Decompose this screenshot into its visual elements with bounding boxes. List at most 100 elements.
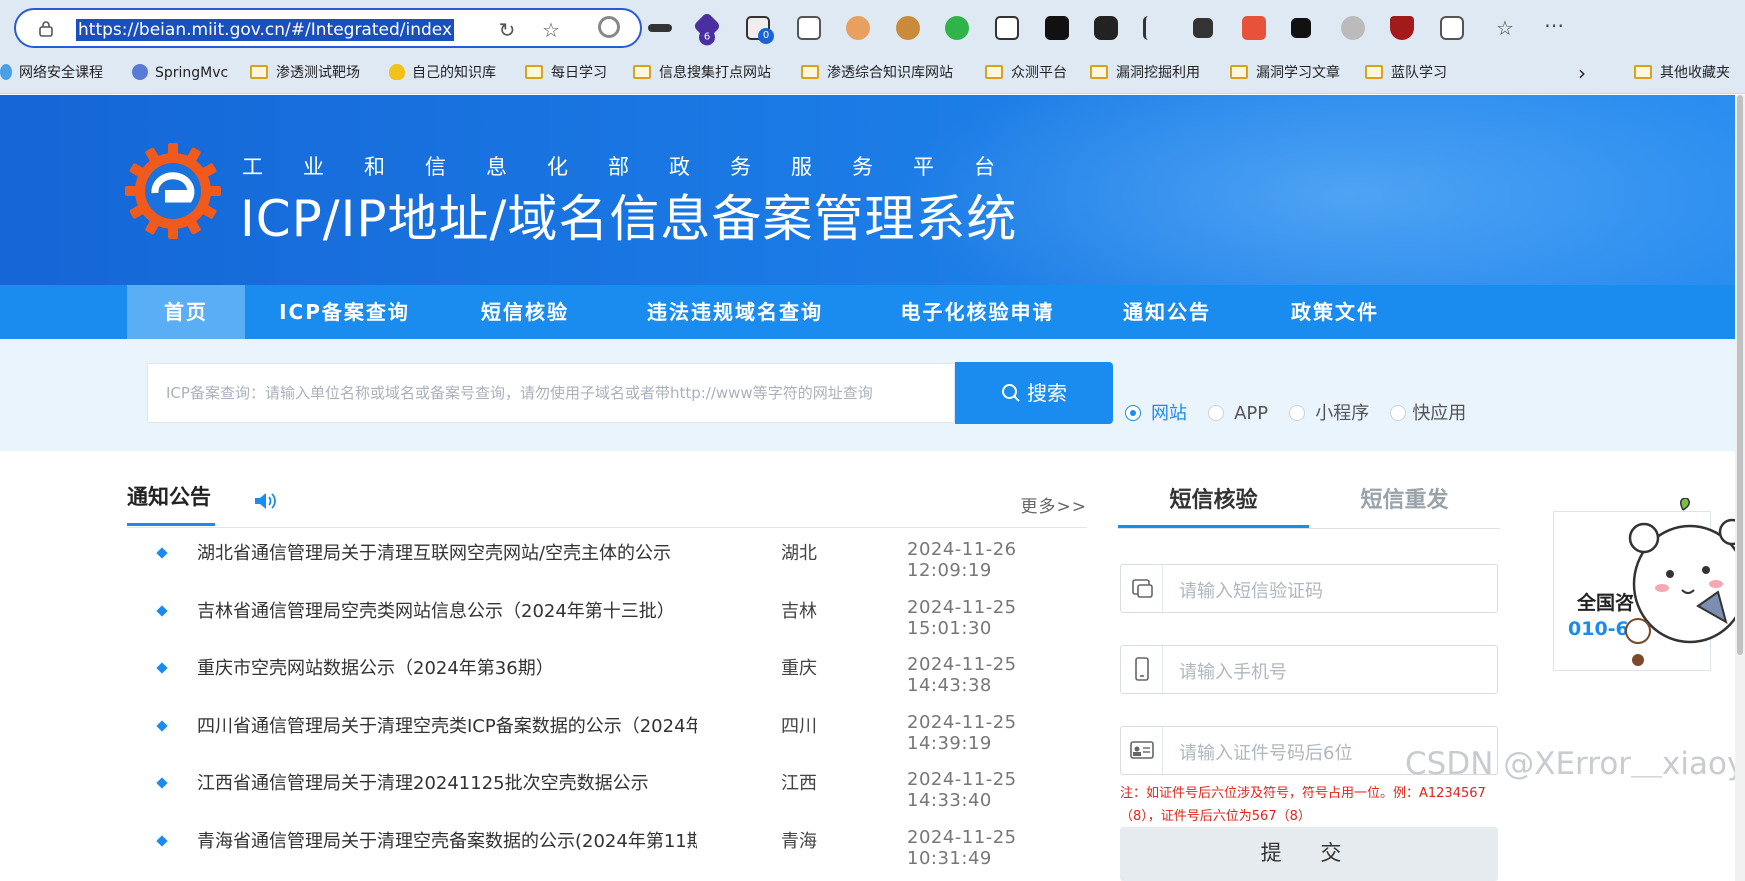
nav-policy[interactable]: 政策文件 [1275,285,1395,339]
header-banner: 工业和信息化部政务服务平台 ICP/IP地址/域名信息备案管理系统 [0,95,1735,285]
ublock-extension-icon[interactable] [1390,16,1414,40]
folder-icon [985,65,1003,79]
id-number-note: 注：如证件号后六位涉及符号，符号占用一位。例：A1234567（8），证件号后六… [1120,786,1486,824]
glasses-extension-icon[interactable] [1094,16,1118,40]
bullet-icon [156,605,168,617]
page-title: ICP/IP地址/域名信息备案管理系统 [240,190,1018,248]
folder-icon [633,65,651,79]
mascot-sticker-icon [1625,498,1745,666]
bullet-icon [156,547,168,559]
x-extension-icon[interactable] [1193,18,1213,38]
nav-icp-query[interactable]: ICP备案查询 [262,285,427,339]
search-button[interactable]: 搜索 [955,362,1113,424]
sms-code-field[interactable]: 请输入短信验证码 [1120,564,1498,613]
browser-toolbar: https://beian.miit.gov.cn/#/Integrated/i… [0,0,1745,52]
bookmark-folder[interactable]: 渗透综合知识库网站 [801,63,953,83]
submit-button[interactable]: 提 交 [1120,827,1498,881]
search-icon [1002,384,1020,402]
speaker-icon [255,493,276,509]
bookmark-folder[interactable]: 众测平台 [985,63,1067,83]
csdn-watermark: CSDN @XError＿xiaoyu [1405,746,1745,782]
bookmark-folder[interactable]: 每日学习 [525,63,607,83]
site-icon [132,64,148,80]
bookmark-folder-other[interactable]: 其他收藏夹 [1634,63,1730,83]
bookmark-item[interactable]: 自己的知识库 [389,63,496,83]
bookmark-item[interactable]: SpringMvc [132,63,228,83]
bullet-icon [156,662,168,674]
nav-notices[interactable]: 通知公告 [1112,285,1222,339]
notice-row[interactable]: 青海省通信管理局关于清理空壳备案数据的公示(2024年第11期) 青海 2024-1… [127,811,1087,869]
gray-extension-icon[interactable] [1341,16,1365,40]
green-extension-icon[interactable] [945,16,969,40]
folder-icon [1634,65,1652,79]
copy-extension-icon[interactable] [797,16,821,40]
main-nav: 首页 ICP备案查询 短信核验 违法违规域名查询 电子化核验申请 通知公告 政策… [0,285,1735,339]
lock-icon[interactable] [38,20,54,37]
bullet-icon [156,835,168,847]
tab-sms-verify[interactable]: 短信核验 [1118,480,1309,528]
search-type-radio-group: 网站 APP 小程序 快应用 [1125,399,1482,425]
phone-icon [1121,646,1163,693]
notice-row[interactable]: 湖北省通信管理局关于清理互联网空壳网站/空壳主体的公示 湖北 2024-11-26 … [127,523,1087,581]
notice-row[interactable]: 重庆市空壳网站数据公示（2024年第36期） 重庆 2024-11-25 14:43… [127,638,1087,696]
address-bar[interactable]: https://beian.miit.gov.cn/#/Integrated/i… [14,8,642,48]
bookmark-folder[interactable]: 渗透测试靶场 [250,63,360,83]
bullet-icon [156,720,168,732]
notice-row[interactable]: 四川省通信管理局关于清理空壳类ICP备案数据的公示（2024年 四川 2024-11… [127,696,1087,754]
bookmarks-bar: 网络安全课程 SpringMvc 渗透测试靶场 自己的知识库 每日学习 信息搜集… [0,52,1745,94]
search-input[interactable]: ICP备案查询：请输入单位名称或域名或备案号查询，请勿使用子域名或者带http:… [147,363,955,423]
bookmark-folder[interactable]: 蓝队学习 [1365,63,1447,83]
notices-title: 通知公告 [127,480,215,526]
favorites-icon[interactable]: ☆ [1493,16,1517,40]
braces-extension-icon[interactable] [1242,16,1266,40]
id-card-icon [1121,727,1163,774]
notice-row[interactable]: 吉林省通信管理局空壳类网站信息公示（2024年第十三批） 吉林 2024-11-25… [127,581,1087,639]
page-scrollbar[interactable] [1735,95,1745,881]
extension-badge: 0 [758,28,774,44]
nav-illegal-domain[interactable]: 违法违规域名查询 [630,285,840,339]
sms-tabs: 短信核验 短信重发 [1118,480,1500,529]
hat-extension-icon[interactable] [648,24,672,32]
favorite-star-icon[interactable]: ☆ [540,19,562,41]
more-menu-icon[interactable]: ⋯ [1542,15,1566,40]
k-extension-icon[interactable] [1045,16,1069,40]
miit-logo-icon [125,143,221,239]
radio-quick-app[interactable]: 快应用 [1390,399,1466,425]
url-text[interactable]: https://beian.miit.gov.cn/#/Integrated/i… [76,19,454,41]
cookie-extension-icon[interactable] [896,16,920,40]
bookmark-folder[interactable]: 信息搜集打点网站 [633,63,771,83]
message-icon [1121,565,1163,612]
bookmark-folder[interactable]: 漏洞学习文章 [1230,63,1340,83]
refresh-page-icon[interactable]: ↻ [496,19,518,41]
nav-home[interactable]: 首页 [127,285,245,339]
extension-badge: 6 [699,29,715,46]
more-link[interactable]: 更多>> [1021,492,1088,517]
platform-subtitle: 工业和信息化部政务服务平台 [242,155,1035,179]
nav-sms-verify[interactable]: 短信核验 [460,285,590,339]
phone-field[interactable]: 请输入手机号 [1120,645,1498,694]
pilcrow-extension-icon[interactable] [1143,16,1167,40]
www-extension-icon[interactable] [995,16,1019,40]
bookmark-item[interactable]: 网络安全课程 [0,63,103,83]
lightbulb-icon [389,64,405,80]
notice-row[interactable]: 江西省通信管理局关于清理20241125批次空壳数据公示 江西 2024-11-25… [127,753,1087,811]
folder-icon [1090,65,1108,79]
folder-icon [1230,65,1248,79]
site-icon [0,64,12,80]
tab-sms-resend[interactable]: 短信重发 [1309,480,1500,528]
gem-extension-icon[interactable]: 6 [692,11,722,46]
record-extension-icon[interactable] [598,16,620,38]
chevron-right-icon[interactable]: › [1578,63,1586,83]
radio-mini-program[interactable]: 小程序 [1289,399,1369,425]
radio-app[interactable]: APP [1208,403,1268,424]
figure-extension-icon[interactable] [846,16,870,40]
h-extension-icon[interactable] [1291,18,1311,38]
folder-icon [525,65,543,79]
nav-electronic-verify[interactable]: 电子化核验申请 [880,285,1075,339]
radio-website[interactable]: 网站 [1125,399,1187,425]
panda-extension-icon[interactable]: 0 [746,16,774,44]
bookmark-folder[interactable]: 漏洞挖掘利用 [1090,63,1200,83]
extensions-puzzle-icon[interactable] [1440,16,1464,40]
scrollbar-thumb[interactable] [1737,95,1743,655]
folder-icon [801,65,819,79]
